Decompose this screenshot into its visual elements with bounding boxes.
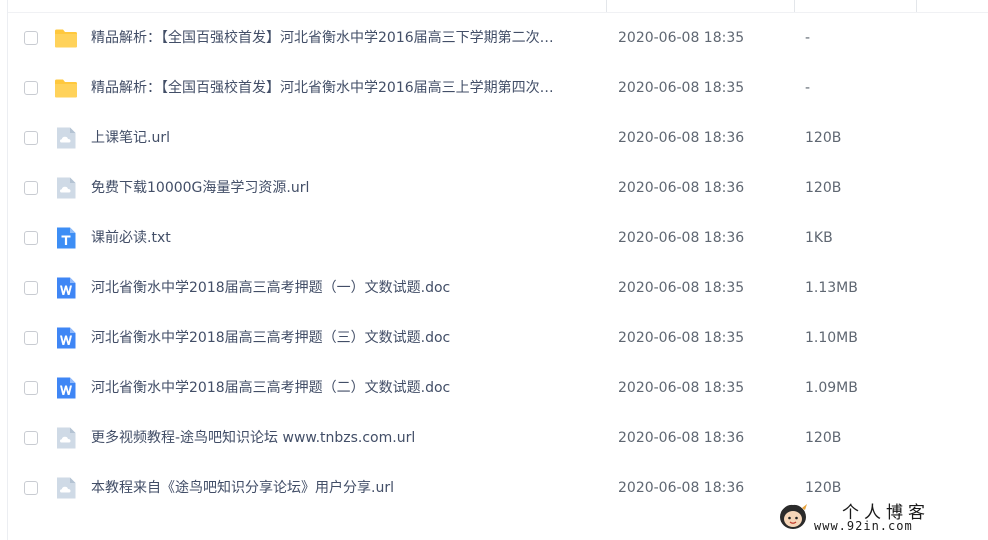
file-row[interactable]: 河北省衡水中学2018届高三高考押题（三）文数试题.doc 2020-06-08 … — [8, 313, 988, 363]
file-modified-date: 2020-06-08 18:36 — [618, 480, 745, 496]
file-size: - — [805, 30, 811, 46]
file-size: 1KB — [805, 230, 833, 246]
file-row[interactable]: 河北省衡水中学2018届高三高考押题（一）文数试题.doc 2020-06-08 … — [8, 263, 988, 313]
file-size: - — [805, 80, 811, 96]
file-row[interactable]: 课前必读.txt 2020-06-08 18:36 1KB — [8, 213, 988, 263]
file-name[interactable]: 免费下载10000G海量学习资源.url — [91, 163, 309, 213]
file-name[interactable]: 课前必读.txt — [91, 213, 171, 263]
row-checkbox[interactable] — [24, 181, 38, 195]
file-name[interactable]: 河北省衡水中学2018届高三高考押题（三）文数试题.doc — [91, 313, 450, 363]
file-list: 精品解析：【全国百强校首发】河北省衡水中学2016届高三下学期第二次… 2020-… — [8, 13, 988, 513]
column-separator[interactable] — [794, 0, 795, 12]
row-checkbox[interactable] — [24, 331, 38, 345]
file-modified-date: 2020-06-08 18:35 — [618, 380, 745, 396]
file-size: 1.10MB — [805, 330, 858, 346]
row-checkbox[interactable] — [24, 481, 38, 495]
folder-icon — [54, 26, 78, 50]
column-separator[interactable] — [916, 0, 917, 12]
file-name[interactable]: 河北省衡水中学2018届高三高考押题（二）文数试题.doc — [91, 363, 450, 413]
url-file-icon — [54, 126, 78, 150]
file-size: 120B — [805, 180, 842, 196]
column-separator[interactable] — [606, 0, 607, 12]
file-modified-date: 2020-06-08 18:36 — [618, 180, 745, 196]
file-modified-date: 2020-06-08 18:36 — [618, 130, 745, 146]
file-name[interactable]: 更多视频教程-途鸟吧知识论坛 www.tnbzs.com.url — [91, 413, 415, 463]
file-name[interactable]: 精品解析：【全国百强校首发】河北省衡水中学2016届高三下学期第二次… — [91, 13, 554, 63]
url-file-icon — [54, 426, 78, 450]
word-doc-icon — [54, 376, 78, 400]
file-row[interactable]: 免费下载10000G海量学习资源.url 2020-06-08 18:36 120B — [8, 163, 988, 213]
folder-icon — [54, 76, 78, 100]
file-row[interactable]: 精品解析：【全国百强校首发】河北省衡水中学2016届高三上学期第四次… 2020-… — [8, 63, 988, 113]
row-checkbox[interactable] — [24, 281, 38, 295]
url-file-icon — [54, 476, 78, 500]
txt-file-icon — [54, 226, 78, 250]
file-modified-date: 2020-06-08 18:36 — [618, 230, 745, 246]
file-size: 1.13MB — [805, 280, 858, 296]
watermark-url: www.92in.com — [814, 519, 913, 533]
file-row[interactable]: 精品解析：【全国百强校首发】河北省衡水中学2016届高三下学期第二次… 2020-… — [8, 13, 988, 63]
file-size: 1.09MB — [805, 380, 858, 396]
column-header-strip — [8, 0, 988, 13]
row-checkbox[interactable] — [24, 381, 38, 395]
blog-watermark: 个人博客 www.92in.com — [778, 498, 970, 536]
file-size: 120B — [805, 130, 842, 146]
row-checkbox[interactable] — [24, 131, 38, 145]
file-modified-date: 2020-06-08 18:35 — [618, 330, 745, 346]
row-checkbox[interactable] — [24, 81, 38, 95]
file-name[interactable]: 本教程来自《途鸟吧知识分享论坛》用户分享.url — [91, 463, 394, 513]
word-doc-icon — [54, 326, 78, 350]
file-browser: 精品解析：【全国百强校首发】河北省衡水中学2016届高三下学期第二次… 2020-… — [0, 0, 988, 540]
file-modified-date: 2020-06-08 18:35 — [618, 30, 745, 46]
word-doc-icon — [54, 276, 78, 300]
file-name[interactable]: 精品解析：【全国百强校首发】河北省衡水中学2016届高三上学期第四次… — [91, 63, 554, 113]
file-row[interactable]: 河北省衡水中学2018届高三高考押题（二）文数试题.doc 2020-06-08 … — [8, 363, 988, 413]
file-modified-date: 2020-06-08 18:35 — [618, 80, 745, 96]
url-file-icon — [54, 176, 78, 200]
file-name[interactable]: 河北省衡水中学2018届高三高考押题（一）文数试题.doc — [91, 263, 450, 313]
file-row[interactable]: 更多视频教程-途鸟吧知识论坛 www.tnbzs.com.url 2020-06-… — [8, 413, 988, 463]
file-size: 120B — [805, 430, 842, 446]
file-modified-date: 2020-06-08 18:35 — [618, 280, 745, 296]
file-modified-date: 2020-06-08 18:36 — [618, 430, 745, 446]
file-row[interactable]: 上课笔记.url 2020-06-08 18:36 120B — [8, 113, 988, 163]
row-checkbox[interactable] — [24, 31, 38, 45]
row-checkbox[interactable] — [24, 231, 38, 245]
row-checkbox[interactable] — [24, 431, 38, 445]
file-name[interactable]: 上课笔记.url — [91, 113, 170, 163]
watermark-avatar-icon — [780, 504, 807, 529]
